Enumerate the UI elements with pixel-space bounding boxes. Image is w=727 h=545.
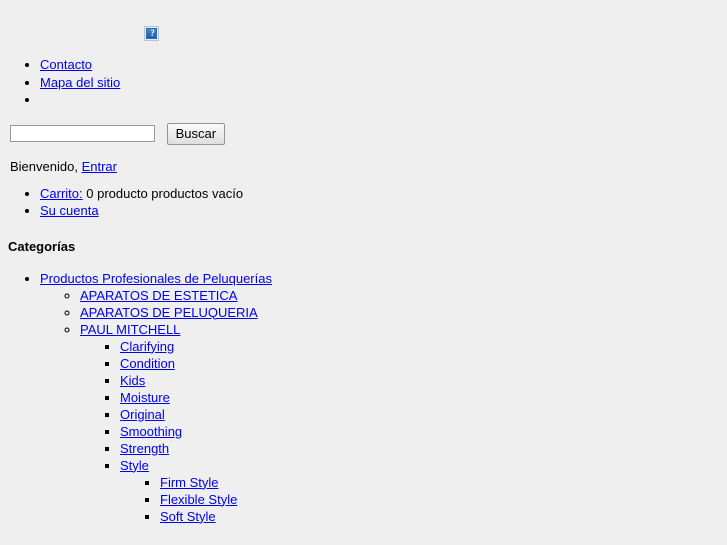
account-list: Carrito: 0 producto productos vacío Su c… [0,185,727,219]
category-link-original[interactable]: Original [120,407,165,422]
category-link-aparatos-de-peluqueria[interactable]: APARATOS DE PELUQUERIA [80,305,258,320]
welcome-line: Bienvenido, Entrar [10,159,727,174]
category-item-firm-style[interactable]: Firm Style [160,474,727,491]
category-link-strength[interactable]: Strength [120,441,169,456]
cart-summary-text: 0 producto productos vacío [86,185,244,201]
category-sublist-level4: Firm Style Flexible Style Soft Style [120,474,727,525]
category-link-condition[interactable]: Condition [120,356,175,371]
category-link-paul-mitchell[interactable]: PAUL MITCHELL [80,322,180,337]
category-link-clarifying[interactable]: Clarifying [120,339,174,354]
nav-item-contacto[interactable]: Contacto [40,56,727,74]
category-sublist-level3: Clarifying Condition Kids Moisture Origi… [80,338,727,525]
categories-heading: Categorías [8,238,76,254]
broken-image-icon: ? [144,26,159,41]
category-item-strength[interactable]: Strength [120,440,727,457]
category-link-moisture[interactable]: Moisture [120,390,170,405]
category-link-root[interactable]: Productos Profesionales de Peluquerías [40,271,272,286]
category-tree: Productos Profesionales de Peluquerías A… [0,270,727,525]
list-item-my-account[interactable]: Su cuenta [40,202,727,219]
category-item-condition[interactable]: Condition [120,355,727,372]
login-link[interactable]: Entrar [82,159,117,174]
category-item-root[interactable]: Productos Profesionales de Peluquerías A… [40,270,727,525]
category-link-soft-style[interactable]: Soft Style [160,509,216,524]
my-account-link[interactable]: Su cuenta [40,203,99,218]
nav-item-empty[interactable] [40,91,727,109]
category-item-clarifying[interactable]: Clarifying [120,338,727,355]
category-item-aparatos-de-estetica[interactable]: APARATOS DE ESTETICA [80,287,727,304]
category-link-aparatos-de-estetica[interactable]: APARATOS DE ESTETICA [80,288,237,303]
category-link-style[interactable]: Style [120,458,149,473]
category-item-original[interactable]: Original [120,406,727,423]
category-item-paul-mitchell[interactable]: PAUL MITCHELL Clarifying Condition Kids … [80,321,727,525]
list-item-cart: Carrito: 0 producto productos vacío [40,185,727,202]
search-input[interactable] [10,125,155,142]
nav-link-mapa-del-sitio[interactable]: Mapa del sitio [40,75,120,90]
site-header: ? [0,0,727,56]
nav-item-mapa-del-sitio[interactable]: Mapa del sitio [40,74,727,92]
category-link-firm-style[interactable]: Firm Style [160,475,219,490]
broken-image-glyph: ? [150,28,155,38]
search-block: Buscar [10,122,727,145]
category-link-flexible-style[interactable]: Flexible Style [160,492,237,507]
category-item-aparatos-de-peluqueria[interactable]: APARATOS DE PELUQUERIA [80,304,727,321]
category-link-smoothing[interactable]: Smoothing [120,424,182,439]
category-sublist-level2: APARATOS DE ESTETICA APARATOS DE PELUQUE… [40,287,727,525]
category-item-kids[interactable]: Kids [120,372,727,389]
category-item-smoothing[interactable]: Smoothing [120,423,727,440]
category-item-soft-style[interactable]: Soft Style [160,508,727,525]
search-submit-button[interactable]: Buscar [166,122,226,145]
top-navigation: Contacto Mapa del sitio [0,56,727,109]
category-item-moisture[interactable]: Moisture [120,389,727,406]
welcome-text: Bienvenido, [10,158,78,174]
nav-link-contacto[interactable]: Contacto [40,57,92,72]
cart-link[interactable]: Carrito: [40,186,83,201]
category-item-flexible-style[interactable]: Flexible Style [160,491,727,508]
category-item-style[interactable]: Style Firm Style Flexible Style Soft Sty… [120,457,727,525]
category-link-kids[interactable]: Kids [120,373,145,388]
